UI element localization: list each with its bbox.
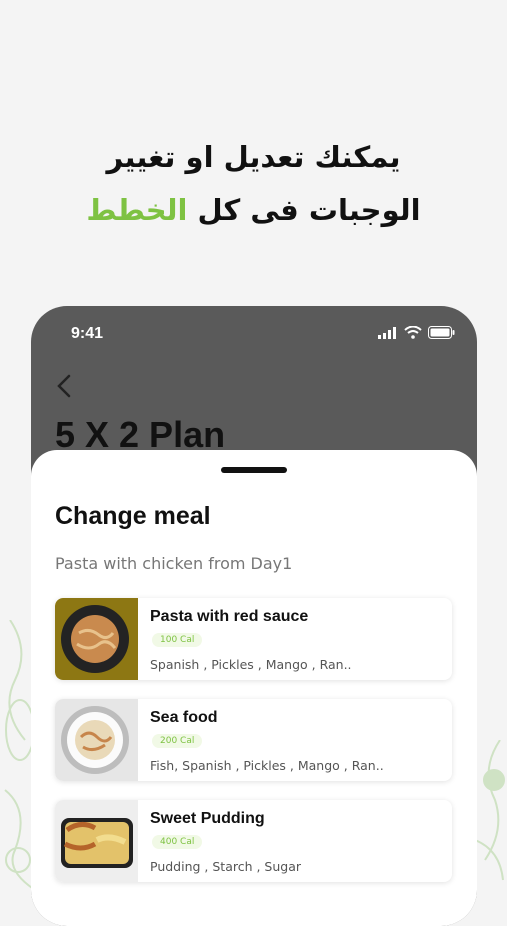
meal-name: Pasta with red sauce [150, 608, 309, 625]
sheet-drag-handle[interactable] [221, 467, 287, 473]
headline-prefix: الوجبات فى كل [197, 193, 421, 227]
status-icons [378, 326, 455, 339]
meal-image [55, 699, 138, 781]
back-button[interactable] [51, 370, 79, 402]
wifi-icon [404, 326, 422, 339]
meal-image [55, 800, 138, 882]
phone-mockup: 9:41 5 X 2 Plan Change meal Pasta with c… [31, 306, 477, 926]
sheet-title: Change meal [55, 502, 211, 530]
sheet-subtitle: Pasta with chicken from Day1 [55, 554, 293, 573]
headline-accent: الخطط [86, 193, 188, 227]
change-meal-sheet: Change meal Pasta with chicken from Day1… [31, 450, 477, 926]
meal-card[interactable]: Pasta with red sauce 100 Cal Spanish , P… [55, 598, 452, 680]
chevron-left-icon [57, 374, 71, 398]
headline-line-1: يمكنك تعديل او تغيير [106, 140, 401, 174]
headline-line-2: الوجبات فى كل الخطط [0, 193, 507, 227]
meal-name: Sea food [150, 709, 218, 726]
calorie-badge: 400 Cal [152, 835, 203, 849]
meal-name: Sweet Pudding [150, 810, 265, 827]
battery-icon [428, 326, 455, 339]
calorie-badge: 100 Cal [152, 633, 203, 647]
meal-ingredients: Pudding , Starch , Sugar [150, 859, 302, 874]
meal-card[interactable]: Sweet Pudding 400 Cal Pudding , Starch ,… [55, 800, 452, 882]
meal-card[interactable]: Sea food 200 Cal Fish, Spanish , Pickles… [55, 699, 452, 781]
calorie-badge: 200 Cal [152, 734, 203, 748]
status-time: 9:41 [71, 325, 104, 342]
meal-image [55, 598, 138, 680]
signal-icon [378, 326, 396, 339]
meal-ingredients: Spanish , Pickles , Mango , Ran.. [150, 657, 352, 672]
meal-ingredients: Fish, Spanish , Pickles , Mango , Ran.. [150, 758, 384, 773]
